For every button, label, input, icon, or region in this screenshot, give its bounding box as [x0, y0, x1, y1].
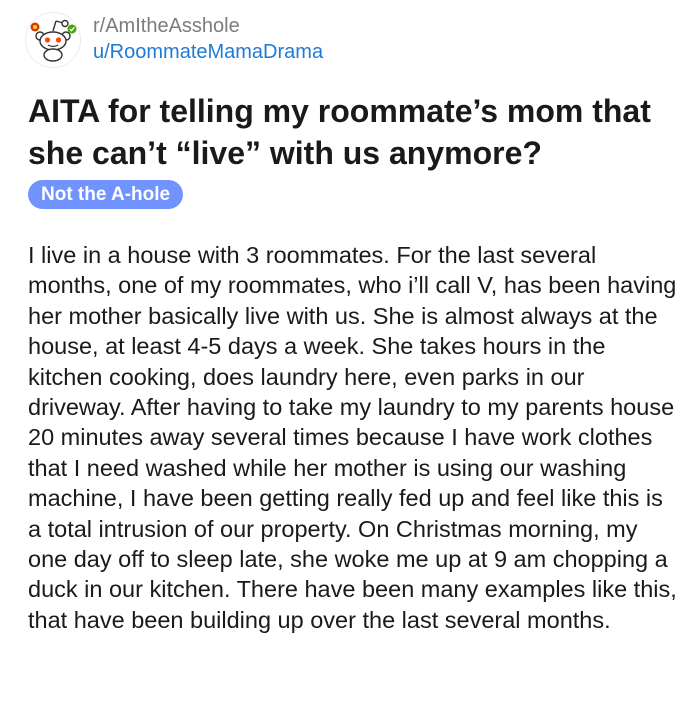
post-body: I live in a house with 3 roommates. For … [28, 242, 677, 633]
post-title[interactable]: AITA for telling my roommate’s mom that … [28, 90, 678, 174]
post-header: r/AmItheAsshole u/RoommateMamaDrama [25, 12, 323, 68]
subreddit-name[interactable]: r/AmItheAsshole [93, 13, 323, 39]
subreddit-avatar[interactable] [25, 12, 81, 68]
post-flair[interactable]: Not the A-hole [28, 180, 184, 209]
reddit-post: r/AmItheAsshole u/RoommateMamaDrama AITA… [0, 0, 700, 708]
reddit-snoo-icon [30, 19, 77, 62]
author-username[interactable]: u/RoommateMamaDrama [93, 39, 323, 65]
post-meta: r/AmItheAsshole u/RoommateMamaDrama [93, 13, 323, 65]
